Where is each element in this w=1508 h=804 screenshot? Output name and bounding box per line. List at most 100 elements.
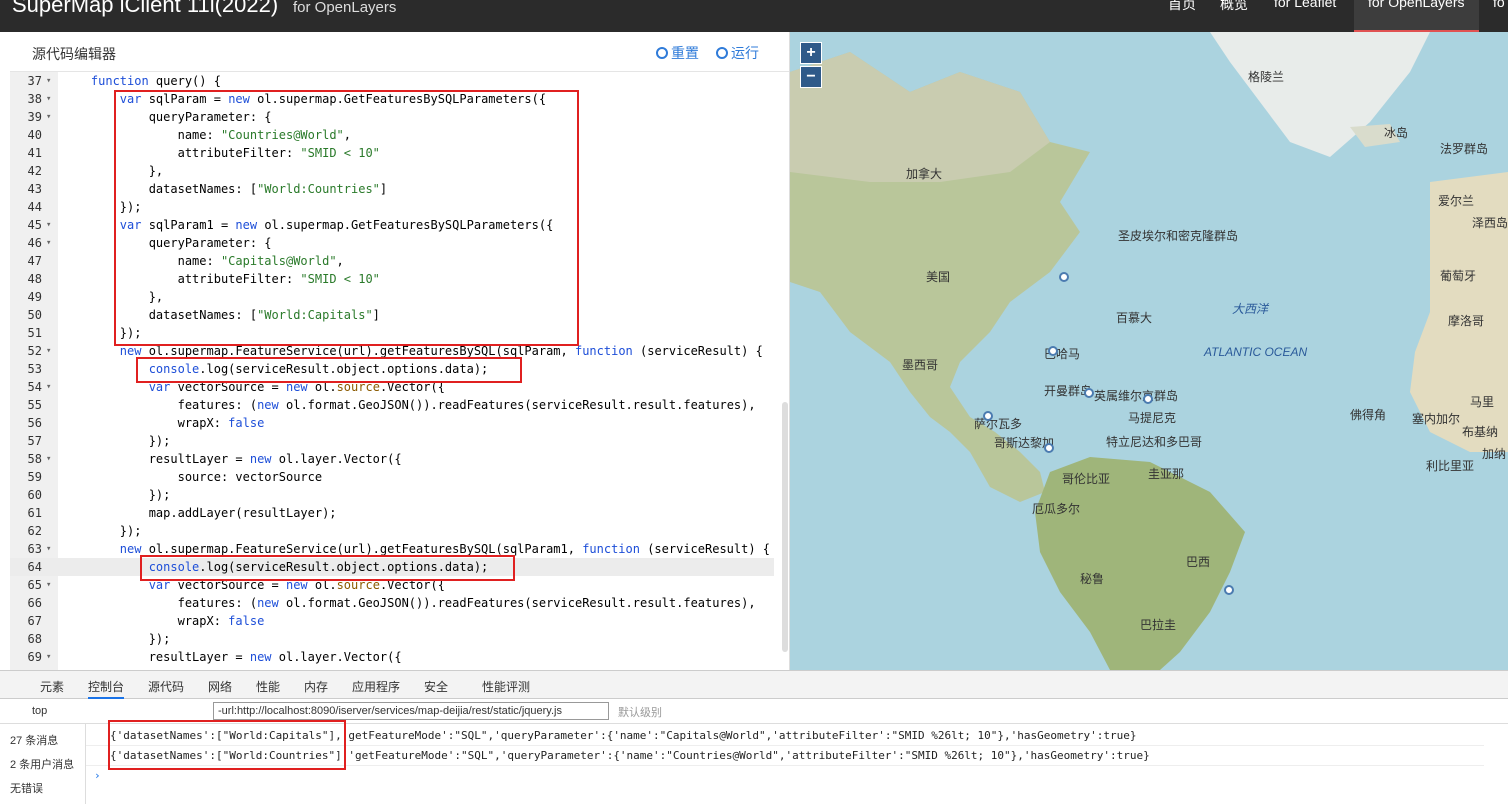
zoom-out-button[interactable]: − (800, 66, 822, 88)
line-number: 64 (27, 560, 42, 574)
reset-button[interactable]: 重置 (656, 43, 699, 63)
code-line[interactable]: 50 datasetNames: ["World:Capitals"] (10, 306, 774, 324)
console-prompt[interactable]: › (94, 766, 101, 786)
code-area[interactable]: 37 ▾ function query() {38 ▾ var sqlParam =… (10, 72, 790, 670)
code-line[interactable]: 51 }); (10, 324, 774, 342)
code-line[interactable]: 39 ▾ queryParameter: { (10, 108, 774, 126)
capital-marker[interactable] (1048, 346, 1058, 356)
tab-performance[interactable]: 性能 (256, 678, 280, 695)
code-line[interactable]: 43 datasetNames: ["World:Countries"] (10, 180, 774, 198)
run-button[interactable]: 运行 (716, 43, 759, 63)
capital-marker[interactable] (1143, 394, 1153, 404)
code-text: }); (62, 434, 171, 448)
fold-icon[interactable]: ▾ (46, 378, 51, 396)
code-line[interactable]: 62 }); (10, 522, 774, 540)
line-number: 59 (27, 470, 42, 484)
code-line[interactable]: 61 map.addLayer(resultLayer); (10, 504, 774, 522)
fold-icon[interactable]: ▾ (46, 234, 51, 252)
sidebar-messages[interactable]: 27 条消息 (10, 732, 58, 748)
brand-subtitle: for OpenLayers (293, 0, 397, 16)
code-line[interactable]: 60 }); (10, 486, 774, 504)
line-number: 42 (27, 164, 42, 178)
tab-sources[interactable]: 源代码 (148, 678, 184, 695)
tab-elements[interactable]: 元素 (40, 678, 64, 695)
code-text: }, (62, 290, 164, 304)
code-line[interactable]: 44 }); (10, 198, 774, 216)
fold-icon[interactable]: ▾ (46, 576, 51, 594)
code-line[interactable]: 65 ▾ var vectorSource = new ol.source.Vec… (10, 576, 774, 594)
log-level-select[interactable]: 默认级别 (618, 704, 662, 720)
editor-scrollbar[interactable] (782, 402, 788, 652)
map-label: 摩洛哥 (1448, 314, 1485, 328)
brand-title: SuperMap iClient 11i(2022) (12, 0, 279, 17)
capital-marker[interactable] (1224, 585, 1234, 595)
line-number: 47 (27, 254, 42, 268)
code-line[interactable]: 48 attributeFilter: "SMID < 10" (10, 270, 774, 288)
fold-icon[interactable]: ▾ (46, 342, 51, 360)
capital-marker[interactable] (1084, 388, 1094, 398)
code-line[interactable]: 67 wrapX: false (10, 612, 774, 630)
sidebar-errors[interactable]: 无错误 (10, 780, 43, 796)
line-number: 62 (27, 524, 42, 538)
tab-console[interactable]: 控制台 (88, 678, 125, 699)
code-line[interactable]: 64 console.log(serviceResult.object.opti… (10, 558, 774, 576)
fold-icon[interactable]: ▾ (46, 450, 51, 468)
capital-marker[interactable] (983, 411, 993, 421)
map-label: 大西洋 (1232, 302, 1269, 316)
map-label: 佛得角 (1350, 408, 1387, 422)
map-view[interactable]: + − 格陵兰 冰岛 法罗群岛 加拿大 爱尔兰 泽西岛 圣皮埃尔和密克隆群岛 美… (790, 32, 1508, 670)
nav-overview[interactable]: 概览 (1220, 0, 1248, 14)
code-line[interactable]: 49 }, (10, 288, 774, 306)
nav-home[interactable]: 首页 (1168, 0, 1196, 14)
code-line[interactable]: 38 ▾ var sqlParam = new ol.supermap.GetFe… (10, 90, 774, 108)
code-line[interactable]: 55 features: (new ol.format.GeoJSON()).r… (10, 396, 774, 414)
tab-application[interactable]: 应用程序 (352, 678, 400, 695)
code-line[interactable]: 68 }); (10, 630, 774, 648)
code-line[interactable]: 45 ▾ var sqlParam1 = new ol.supermap.GetF… (10, 216, 774, 234)
nav-openlayers[interactable]: for OpenLayers (1354, 0, 1479, 32)
context-selector[interactable]: top (32, 705, 47, 717)
code-text: var sqlParam = new ol.supermap.GetFeatur… (119, 92, 547, 106)
code-line[interactable]: 56 wrapX: false (10, 414, 774, 432)
zoom-in-button[interactable]: + (800, 42, 822, 64)
tab-memory[interactable]: 内存 (304, 678, 328, 695)
map-label: 圭亚那 (1148, 467, 1185, 481)
code-line[interactable]: 52 ▾ new ol.supermap.FeatureService(url).… (10, 342, 774, 360)
code-line[interactable]: 37 ▾ function query() { (10, 72, 774, 90)
sidebar-user-messages[interactable]: 2 条用户消息 (10, 756, 74, 772)
nav-more[interactable]: fo (1493, 0, 1505, 10)
fold-icon[interactable]: ▾ (46, 648, 51, 666)
code-line[interactable]: 58 ▾ resultLayer = new ol.layer.Vector({ (10, 450, 774, 468)
code-line[interactable]: 54 ▾ var vectorSource = new ol.source.Vec… (10, 378, 774, 396)
filter-input[interactable]: -url:http://localhost:8090/iserver/servi… (213, 702, 609, 720)
tab-lighthouse[interactable]: 性能评测 (482, 678, 530, 695)
fold-icon[interactable]: ▾ (46, 72, 51, 90)
code-line[interactable]: 42 }, (10, 162, 774, 180)
fold-icon[interactable]: ▾ (46, 90, 51, 108)
code-text: resultLayer = new ol.layer.Vector({ (62, 650, 402, 664)
code-line[interactable]: 53 console.log(serviceResult.object.opti… (10, 360, 774, 378)
map-label: 墨西哥 (902, 358, 939, 372)
capital-marker[interactable] (1059, 272, 1069, 282)
code-line[interactable]: 59 source: vectorSource (10, 468, 774, 486)
fold-icon[interactable]: ▾ (46, 540, 51, 558)
nav-leaflet[interactable]: for Leaflet (1274, 0, 1336, 10)
code-line[interactable]: 46 ▾ queryParameter: { (10, 234, 774, 252)
tab-network[interactable]: 网络 (208, 678, 232, 695)
code-line[interactable]: 63 ▾ new ol.supermap.FeatureService(url).… (10, 540, 774, 558)
code-text: queryParameter: { (62, 110, 272, 124)
south-america-shape (1035, 457, 1245, 670)
code-line[interactable]: 47 name: "Capitals@World", (10, 252, 774, 270)
devtools-panel: 元素 控制台 源代码 网络 性能 内存 应用程序 安全 性能评测 top -ur… (0, 670, 1508, 804)
code-line[interactable]: 57 }); (10, 432, 774, 450)
code-line[interactable]: 69 ▾ resultLayer = new ol.layer.Vector({ (10, 648, 774, 666)
line-number: 40 (27, 128, 42, 142)
code-line[interactable]: 41 attributeFilter: "SMID < 10" (10, 144, 774, 162)
capital-marker[interactable] (1044, 443, 1054, 453)
code-line[interactable]: 66 features: (new ol.format.GeoJSON()).r… (10, 594, 774, 612)
fold-icon[interactable]: ▾ (46, 108, 51, 126)
fold-icon[interactable]: ▾ (46, 216, 51, 234)
tab-security[interactable]: 安全 (424, 678, 448, 695)
code-line[interactable]: 40 name: "Countries@World", (10, 126, 774, 144)
map-label: 马提尼克 (1128, 411, 1177, 425)
